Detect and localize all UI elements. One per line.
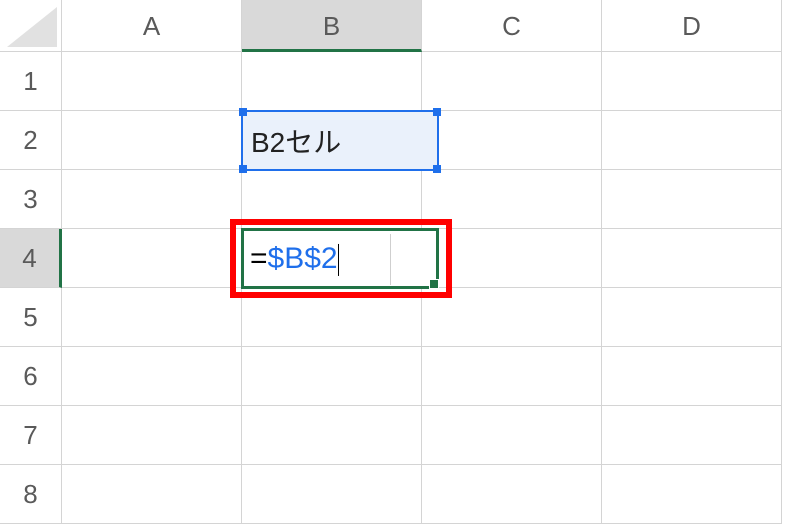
cell[interactable] xyxy=(62,229,242,288)
cell[interactable] xyxy=(242,52,422,111)
column-header-label: C xyxy=(502,11,521,41)
row-header[interactable]: 4 xyxy=(0,229,62,288)
select-all-corner[interactable] xyxy=(0,0,62,52)
row-header[interactable]: 7 xyxy=(0,406,62,465)
cell[interactable] xyxy=(242,347,422,406)
cell[interactable] xyxy=(62,111,242,170)
cell[interactable] xyxy=(62,52,242,111)
cell-divider xyxy=(390,234,391,285)
row-header-label: 6 xyxy=(23,361,37,391)
row-header[interactable]: 8 xyxy=(0,465,62,524)
cell[interactable] xyxy=(422,52,602,111)
cell[interactable] xyxy=(422,111,602,170)
fill-handle-icon[interactable] xyxy=(429,279,439,289)
cell[interactable] xyxy=(602,111,782,170)
row-header-label: 7 xyxy=(23,420,37,450)
row-header-label: 8 xyxy=(23,479,37,509)
cell[interactable] xyxy=(62,406,242,465)
cell[interactable] xyxy=(62,288,242,347)
text-caret-icon xyxy=(338,244,339,276)
active-cell-editor[interactable]: =$B$2 xyxy=(241,228,439,289)
cell[interactable] xyxy=(242,170,422,229)
cell[interactable] xyxy=(242,465,422,524)
cell[interactable] xyxy=(422,288,602,347)
row-header[interactable]: 5 xyxy=(0,288,62,347)
column-header[interactable]: D xyxy=(602,0,782,52)
formula-text: =$B$2 xyxy=(250,241,339,275)
column-header[interactable]: B xyxy=(242,0,422,52)
cell[interactable] xyxy=(602,465,782,524)
cell[interactable] xyxy=(422,465,602,524)
row-header-label: 1 xyxy=(23,66,37,96)
cell[interactable] xyxy=(422,229,602,288)
cell[interactable] xyxy=(422,347,602,406)
row-header[interactable]: 3 xyxy=(0,170,62,229)
cell[interactable] xyxy=(422,406,602,465)
column-header-label: B xyxy=(323,11,340,41)
column-header-label: D xyxy=(682,11,701,41)
column-header[interactable]: C xyxy=(422,0,602,52)
cell[interactable] xyxy=(602,229,782,288)
column-header-label: A xyxy=(143,11,160,41)
row-header-label: 3 xyxy=(23,184,37,214)
row-header[interactable]: 2 xyxy=(0,111,62,170)
cell[interactable] xyxy=(602,52,782,111)
row-header-label: 2 xyxy=(23,125,37,155)
spreadsheet-grid: A B C D 1 2 3 4 5 6 7 8 B2セル =$B$2 xyxy=(0,0,800,531)
cell[interactable] xyxy=(602,170,782,229)
cell[interactable] xyxy=(602,347,782,406)
cell[interactable] xyxy=(62,347,242,406)
formula-reference: $B$2 xyxy=(268,241,338,274)
formula-prefix: = xyxy=(250,241,268,274)
cell[interactable] xyxy=(602,288,782,347)
cell[interactable] xyxy=(242,288,422,347)
cell[interactable] xyxy=(62,465,242,524)
row-header-label: 5 xyxy=(23,302,37,332)
row-header[interactable]: 6 xyxy=(0,347,62,406)
cell[interactable] xyxy=(602,406,782,465)
cell[interactable] xyxy=(422,170,602,229)
cell[interactable] xyxy=(242,406,422,465)
cell[interactable] xyxy=(62,170,242,229)
row-header-label: 4 xyxy=(22,243,36,273)
column-header[interactable]: A xyxy=(62,0,242,52)
row-header[interactable]: 1 xyxy=(0,52,62,111)
cell[interactable] xyxy=(242,111,422,170)
